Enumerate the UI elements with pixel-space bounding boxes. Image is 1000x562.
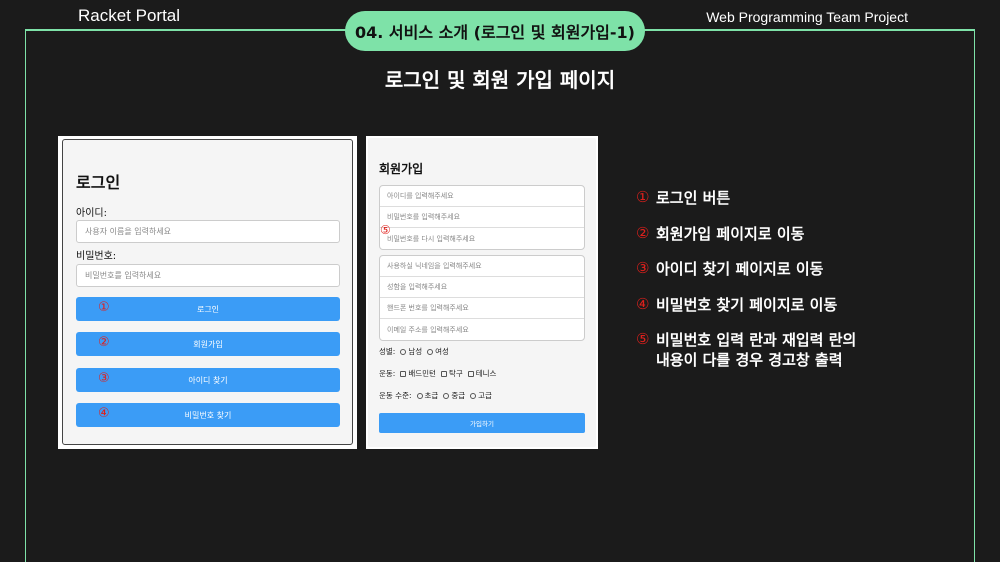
level-beginner-label: 초급 — [424, 391, 439, 400]
sport-tennis-label: 테니스 — [475, 369, 497, 378]
description-item: ② 회원가입 페이지로 이동 — [636, 224, 966, 260]
find-id-button-label: 아이디 찾기 — [188, 375, 228, 385]
nickname-input[interactable]: 사용하실 닉네임을 입력해주세요 — [380, 256, 584, 277]
level-advanced-radio[interactable]: 고급 — [470, 390, 492, 401]
description-marker: ① — [636, 188, 650, 206]
marker-5: ⑤ — [380, 223, 391, 237]
checkbox-icon — [440, 370, 447, 377]
radio-icon — [427, 348, 434, 355]
marker-3: ③ — [98, 371, 110, 386]
signup-card: 회원가입 아이디를 입력해주세요 비밀번호를 입력해주세요 비밀번호를 다시 입… — [368, 138, 596, 447]
level-intermediate-radio[interactable]: 중급 — [443, 390, 465, 401]
description-marker: ④ — [636, 294, 650, 313]
marker-1: ① — [98, 300, 110, 315]
description-text: 로그인 버튼 — [656, 189, 731, 207]
signup-id-input[interactable]: 아이디를 입력해주세요 — [380, 186, 584, 207]
id-input[interactable]: 사용자 이름을 입력하세요 — [76, 220, 340, 243]
frame-right-line — [974, 30, 975, 562]
description-item: ④ 비밀번호 찾기 페이지로 이동 — [636, 295, 966, 331]
description-text: 아이디 찾기 페이지로 이동 — [656, 260, 824, 278]
description-marker: ② — [636, 223, 650, 242]
level-intermediate-label: 중급 — [451, 391, 466, 400]
find-password-button[interactable]: ④ 비밀번호 찾기 — [76, 403, 340, 427]
sport-badminton-label: 배드민턴 — [408, 369, 436, 378]
signup-button[interactable]: ② 회원가입 — [76, 332, 340, 356]
level-advanced-label: 고급 — [478, 391, 492, 400]
gender-female-label: 여성 — [435, 347, 449, 356]
radio-icon — [443, 392, 450, 399]
sport-row: 운동: 배드민턴 탁구 테니스 — [379, 368, 496, 379]
login-screenshot: 로그인 아이디: 사용자 이름을 입력하세요 비밀번호: 비밀번호를 입력하세요… — [58, 136, 357, 449]
marker-4: ④ — [98, 406, 110, 421]
frame-left-line — [25, 30, 26, 562]
signup-screenshot: 회원가입 아이디를 입력해주세요 비밀번호를 입력해주세요 비밀번호를 다시 입… — [366, 136, 598, 449]
description-marker: ⑤ — [636, 330, 650, 348]
join-submit-button[interactable]: 가입하기 — [379, 413, 585, 433]
description-marker: ③ — [636, 259, 650, 277]
profile-field-group: 사용하실 닉네임을 입력해주세요 성함을 입력해주세요 핸드폰 번호를 입력해주… — [379, 255, 585, 341]
gender-label: 성별: — [379, 347, 396, 356]
signup-password-confirm-input[interactable]: 비밀번호를 다시 입력해주세요 — [380, 228, 584, 249]
level-row: 운동 수준: 초급 중급 고급 — [379, 390, 492, 401]
phone-input[interactable]: 핸드폰 번호를 입력해주세요 — [380, 298, 584, 319]
section-badge: 04. 서비스 소개 (로그인 및 회원가입-1) — [345, 11, 645, 51]
level-label: 운동 수준: — [379, 391, 412, 400]
password-input[interactable]: 비밀번호를 입력하세요 — [76, 264, 340, 287]
description-text: 회원가입 페이지로 이동 — [656, 224, 805, 243]
description-item: ① 로그인 버튼 — [636, 188, 966, 224]
sport-tabletennis-checkbox[interactable]: 탁구 — [440, 368, 463, 379]
signup-title: 회원가입 — [379, 162, 424, 176]
find-password-button-label: 비밀번호 찾기 — [184, 410, 232, 420]
sport-badminton-checkbox[interactable]: 배드민턴 — [400, 368, 436, 379]
description-text: 비밀번호 찾기 페이지로 이동 — [656, 295, 838, 314]
description-text: 비밀번호 입력 란과 재입력 란의 내용이 다를 경우 경고창 출력 — [656, 331, 857, 369]
gender-male-label: 남성 — [408, 347, 423, 356]
find-id-button[interactable]: ③ 아이디 찾기 — [76, 368, 340, 392]
login-card: 로그인 아이디: 사용자 이름을 입력하세요 비밀번호: 비밀번호를 입력하세요… — [62, 139, 353, 445]
sport-tennis-checkbox[interactable]: 테니스 — [467, 368, 497, 379]
email-input[interactable]: 이메일 주소를 입력해주세요 — [380, 319, 584, 340]
description-item: ③ 아이디 찾기 페이지로 이동 — [636, 259, 966, 295]
login-title: 로그인 — [76, 173, 121, 192]
login-button[interactable]: ① 로그인 — [76, 297, 340, 321]
login-button-label: 로그인 — [196, 304, 220, 314]
marker-2: ② — [98, 335, 110, 350]
project-title: Web Programming Team Project — [706, 9, 908, 25]
id-label: 아이디: — [76, 208, 107, 219]
feature-description-list: ① 로그인 버튼 ② 회원가입 페이지로 이동 ③ 아이디 찾기 페이지로 이동… — [636, 188, 966, 369]
sport-tabletennis-label: 탁구 — [448, 369, 463, 378]
radio-icon — [416, 392, 423, 399]
checkbox-icon — [400, 370, 407, 377]
signup-button-label: 회원가입 — [193, 339, 223, 349]
gender-male-radio[interactable]: 남성 — [400, 346, 422, 357]
page-title: 로그인 및 회원 가입 페이지 — [384, 68, 616, 92]
signup-password-input[interactable]: 비밀번호를 입력해주세요 — [380, 207, 584, 228]
brand-title: Racket Portal — [78, 6, 181, 25]
radio-icon — [470, 392, 477, 399]
account-field-group: 아이디를 입력해주세요 비밀번호를 입력해주세요 비밀번호를 다시 입력해주세요 — [379, 185, 585, 250]
sport-label: 운동: — [379, 369, 396, 378]
level-beginner-radio[interactable]: 초급 — [416, 390, 439, 401]
checkbox-icon — [467, 370, 474, 377]
radio-icon — [400, 348, 407, 355]
description-item: ⑤ 비밀번호 입력 란과 재입력 란의 내용이 다를 경우 경고창 출력 — [636, 330, 966, 369]
name-input[interactable]: 성함을 입력해주세요 — [380, 277, 584, 298]
gender-row: 성별: 남성 여성 — [379, 346, 449, 357]
gender-female-radio[interactable]: 여성 — [427, 346, 449, 357]
password-label: 비밀번호: — [76, 251, 117, 262]
